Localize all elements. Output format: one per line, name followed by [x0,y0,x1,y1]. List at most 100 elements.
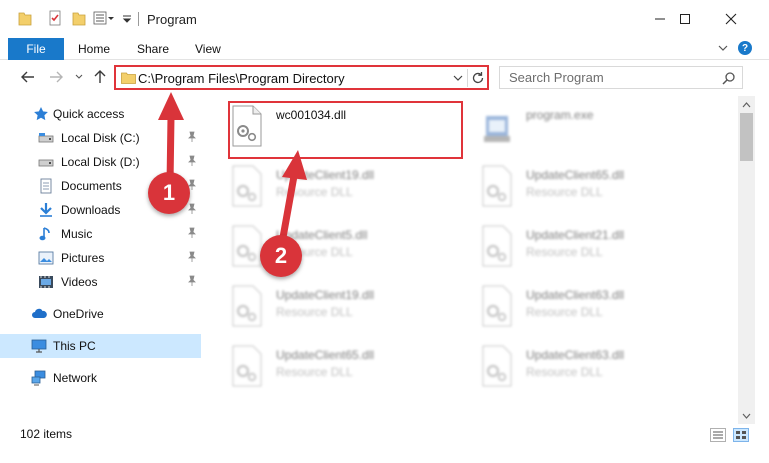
chevron-down-icon[interactable] [716,41,730,55]
folder-icon[interactable] [18,10,32,26]
pin-icon[interactable] [187,131,197,143]
file-name: UpdateClient63.dll [526,288,625,302]
window-title: Program [147,12,197,27]
up-button[interactable] [92,69,108,85]
dll-file-icon [482,225,512,267]
search-box[interactable]: Search Program [499,66,743,89]
star-icon [34,107,48,121]
address-path[interactable]: C:\Program Files\Program Directory [138,71,345,86]
file-name: UpdateClient63.dll [526,348,625,362]
pin-icon[interactable] [187,203,197,215]
search-icon[interactable] [722,71,736,85]
customize-toolbar-icon[interactable] [93,10,115,26]
refresh-icon[interactable] [470,70,486,86]
details-view-icon[interactable] [710,428,726,442]
file-item[interactable]: UpdateClient19.dll Resource DLL [208,278,448,334]
file-name: UpdateClient65.dll [276,348,375,362]
sidebar-item-label: Quick access [53,107,125,121]
music-icon [39,227,50,241]
large-icons-view-icon[interactable] [733,428,749,442]
title-bar: Program [0,0,769,38]
sidebar-item-music[interactable]: Music [0,222,201,246]
sidebar-item-this-pc[interactable]: This PC [0,334,201,358]
chevron-down-icon[interactable] [451,70,465,86]
sidebar-item-pictures[interactable]: Pictures [0,246,201,270]
navigation-bar: C:\Program Files\Program Directory Searc… [0,60,769,96]
maximize-button[interactable] [662,0,708,38]
step-1-badge: 1 [148,172,190,214]
close-button[interactable] [708,0,754,38]
sidebar-item-network[interactable]: Network [0,366,201,390]
file-name: UpdateClient19.dll [276,288,375,302]
vertical-scrollbar[interactable] [738,96,755,424]
pin-icon[interactable] [187,251,197,263]
file-item[interactable]: UpdateClient65.dll Resource DLL [458,158,698,214]
file-type: Resource DLL [276,185,353,199]
help-button[interactable]: ? [738,41,752,55]
file-item[interactable]: UpdateClient63.dll Resource DLL [458,278,698,334]
file-item[interactable]: UpdateClient21.dll Resource DLL [458,218,698,274]
pin-icon[interactable] [187,227,197,239]
sidebar-item-local-disk-d[interactable]: Local Disk (D:) [0,150,201,174]
sidebar-item-videos[interactable]: Videos [0,270,201,294]
dropdown-arrow-icon[interactable] [121,10,133,26]
drive-icon [38,133,54,143]
scroll-down-button[interactable] [738,407,755,424]
folder-icon [121,72,136,84]
title-separator [138,12,139,26]
file-item[interactable]: program.exe [458,98,698,154]
sidebar-item-label: Local Disk (C:) [61,131,140,145]
file-item[interactable]: UpdateClient65.dll Resource DLL [208,338,448,394]
chevron-up-icon [742,101,751,107]
properties-icon[interactable] [48,10,62,26]
pin-icon[interactable] [187,275,197,287]
sidebar-item-label: Network [53,371,98,385]
scroll-thumb[interactable] [740,113,753,161]
dll-file-icon [232,165,262,207]
forward-button[interactable] [48,69,64,85]
sidebar-item-quick-access[interactable]: Quick access [0,102,201,126]
address-bar[interactable]: C:\Program Files\Program Directory [114,65,489,90]
dll-file-icon [232,285,262,327]
sidebar-item-label: Music [61,227,93,241]
file-item[interactable]: UpdateClient63.dll Resource DLL [458,338,698,394]
sidebar-item-label: This PC [53,339,96,353]
close-icon [725,13,737,25]
pin-icon[interactable] [187,155,197,167]
sidebar-item-label: Local Disk (D:) [61,155,140,169]
file-type: Resource DLL [526,245,603,259]
navigation-pane: Quick access Local Disk (C:) Local Disk … [0,96,201,419]
pictures-icon [38,251,54,265]
tab-share[interactable]: Share [137,42,169,56]
documents-icon [40,178,52,194]
tab-view[interactable]: View [195,42,221,56]
ribbon-tabs: File Home Share View ? [0,38,769,60]
dll-file-icon [482,285,512,327]
file-type: Resource DLL [276,305,353,319]
file-item[interactable]: UpdateClient5.dll Resource DLL [208,218,448,274]
file-item[interactable]: UpdateClient19.dll Resource DLL [208,158,448,214]
network-icon [31,370,46,386]
explorer-window: Program File Home Share View ? C:\Progra… [0,0,769,463]
dll-file-icon [232,225,262,267]
file-name: UpdateClient21.dll [526,228,625,242]
dll-file-icon [232,345,262,387]
videos-icon [39,276,53,288]
download-icon [40,203,52,217]
tab-home[interactable]: Home [78,42,110,56]
scroll-up-button[interactable] [738,96,755,113]
file-type: Resource DLL [276,365,353,379]
sidebar-item-local-disk-c[interactable]: Local Disk (C:) [0,126,201,150]
chevron-down-icon [742,413,751,419]
sidebar-item-label: Documents [61,179,122,193]
tab-file[interactable]: File [8,38,64,60]
sidebar-item-onedrive[interactable]: OneDrive [0,302,201,326]
computer-icon [31,339,47,353]
file-highlight-box [228,101,463,159]
recent-locations-button[interactable] [74,69,84,85]
new-folder-icon[interactable] [72,10,86,26]
file-type: Resource DLL [526,185,603,199]
arrow-left-icon [21,71,34,83]
arrow-up-icon [94,70,106,83]
back-button[interactable] [20,69,36,85]
